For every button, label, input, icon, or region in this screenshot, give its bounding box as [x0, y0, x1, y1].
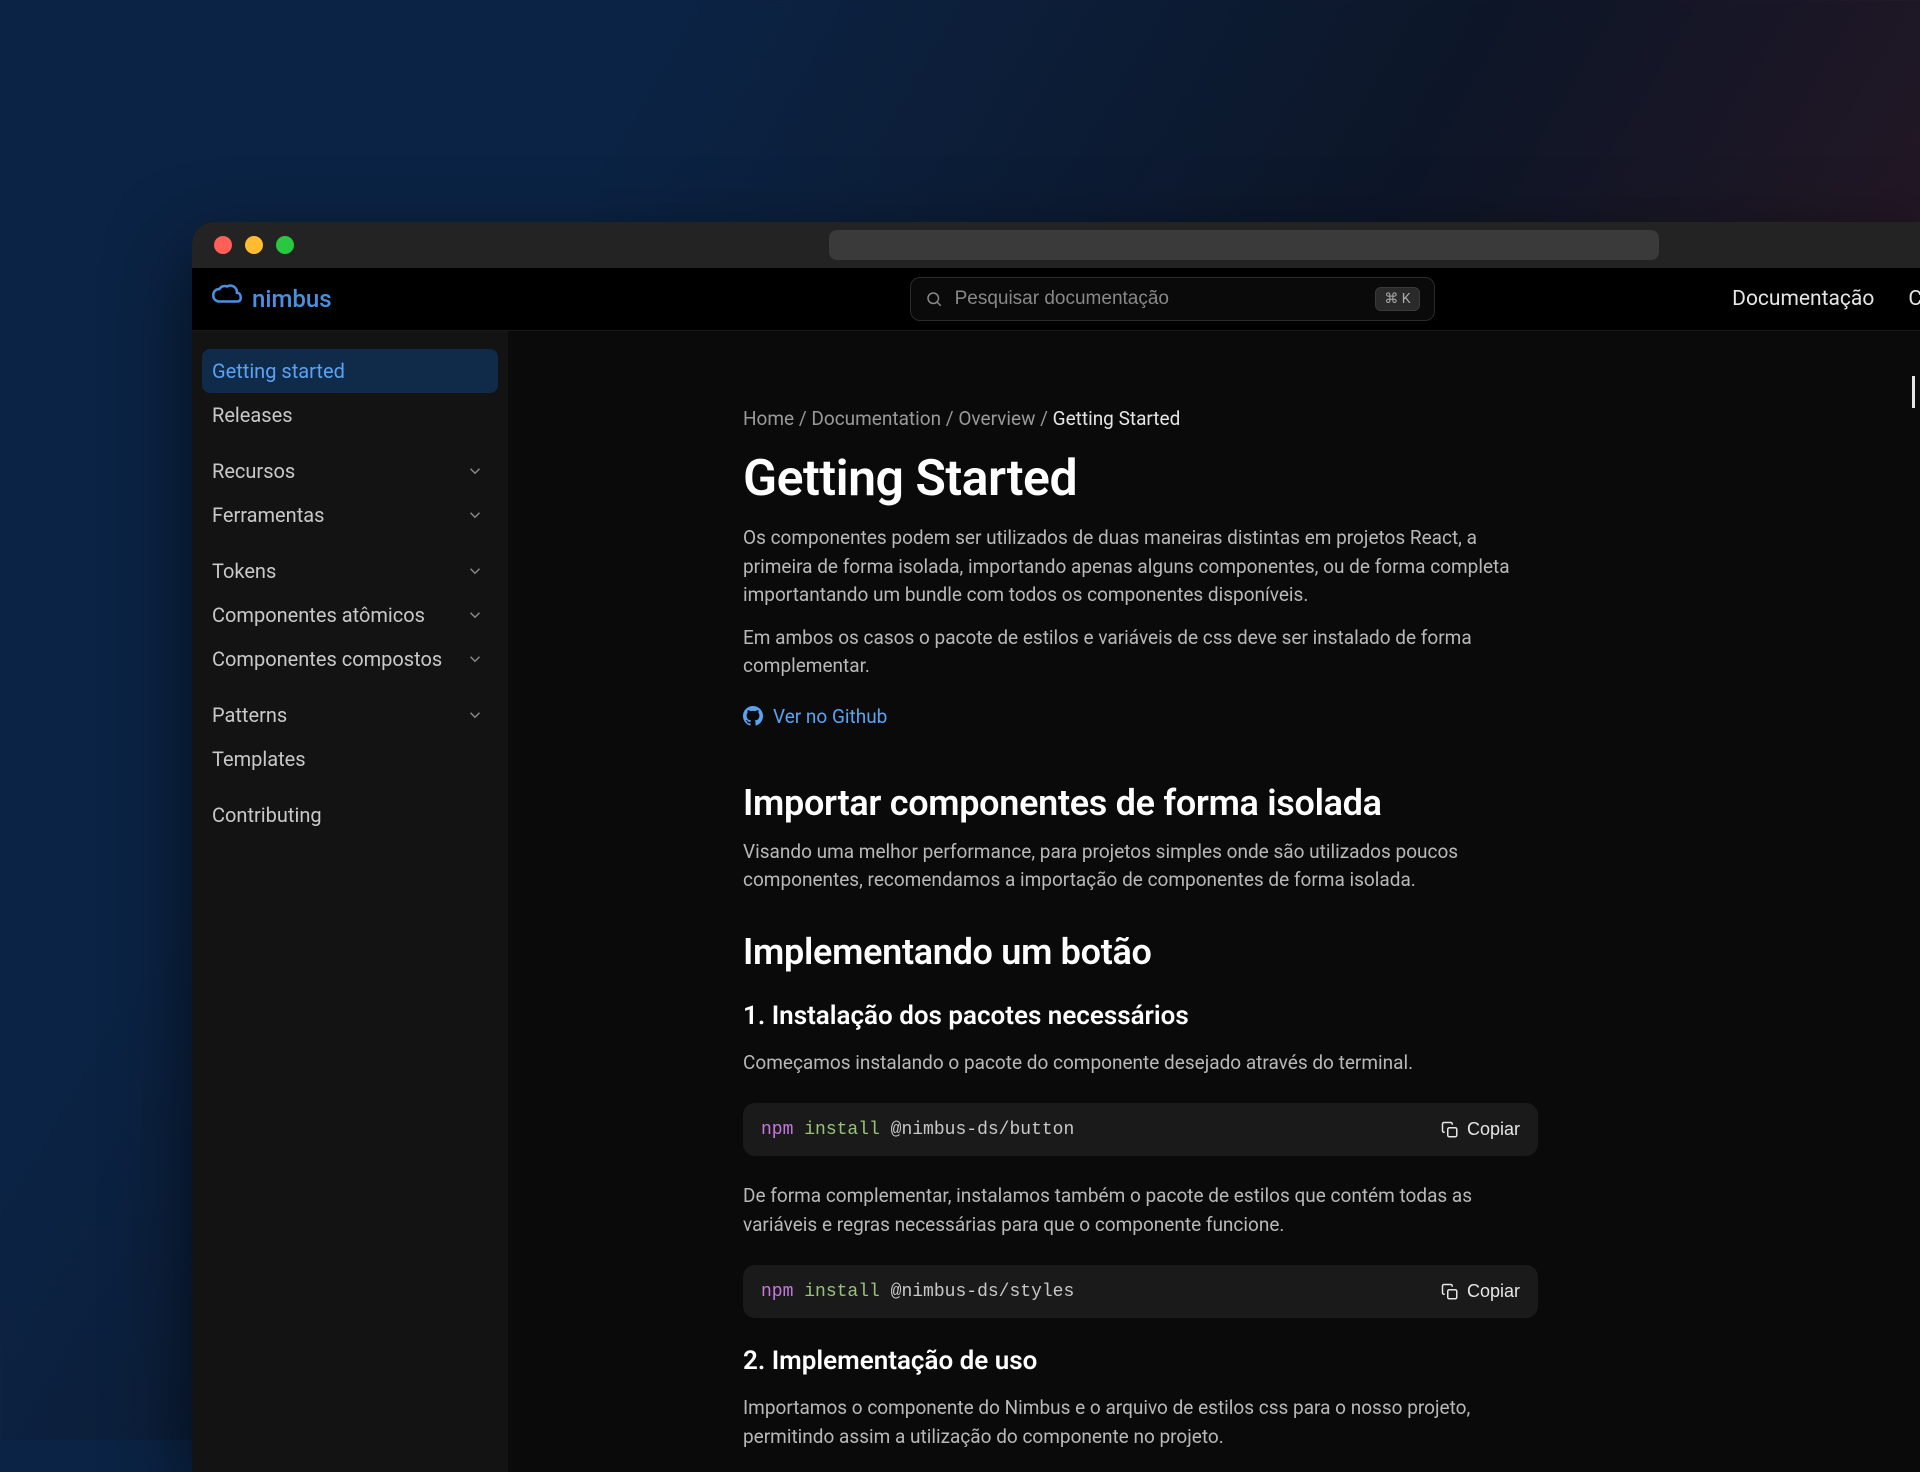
breadcrumb-current: Getting Started — [1053, 407, 1181, 430]
sidebar-item-templates[interactable]: Templates — [192, 737, 508, 781]
sidebar: Getting started Releases Recursos Ferrament… — [192, 331, 508, 1472]
app-header: nimbus ⌘ K Documentação C — [192, 268, 1920, 331]
chevron-down-icon — [466, 506, 484, 524]
header-nav: Documentação C — [1732, 287, 1920, 311]
code-block: npm install @nimbus-ds/styles Copiar — [743, 1265, 1538, 1318]
brand-logo[interactable]: nimbus — [212, 284, 332, 314]
toc-item[interactable]: Impo — [1912, 408, 1920, 440]
sidebar-item-label: Componentes atômicos — [212, 603, 425, 627]
sidebar-item-tokens[interactable]: Tokens — [192, 549, 508, 593]
chevron-down-icon — [466, 606, 484, 624]
step-paragraph: Começamos instalando o pacote do compone… — [743, 1049, 1538, 1078]
header-link-documentation[interactable]: Documentação — [1732, 287, 1874, 311]
copy-button[interactable]: Copiar — [1441, 1281, 1520, 1302]
search-box[interactable]: ⌘ K — [910, 277, 1435, 321]
browser-url-bar[interactable] — [829, 230, 1659, 260]
minimize-window-button[interactable] — [245, 236, 263, 254]
copy-icon — [1441, 1283, 1459, 1301]
chevron-down-icon — [466, 706, 484, 724]
table-of-contents: OverviewImpoImplImpoCons — [1912, 376, 1920, 536]
breadcrumb: Home / Documentation / Overview / Gettin… — [743, 407, 1538, 430]
page-title: Getting Started — [743, 450, 1538, 508]
sidebar-item-label: Getting started — [212, 359, 345, 383]
sidebar-item-componentes-compostos[interactable]: Componentes compostos — [192, 637, 508, 681]
header-link-partial[interactable]: C — [1908, 287, 1920, 311]
sidebar-item-ferramentas[interactable]: Ferramentas — [192, 493, 508, 537]
sidebar-item-label: Templates — [212, 747, 306, 771]
sidebar-item-label: Recursos — [212, 459, 295, 483]
sidebar-item-label: Releases — [212, 403, 293, 427]
brand-name: nimbus — [252, 285, 332, 313]
sidebar-item-getting-started[interactable]: Getting started — [202, 349, 498, 393]
sidebar-item-label: Componentes compostos — [212, 647, 442, 671]
sidebar-item-label: Tokens — [212, 559, 276, 583]
intro-paragraph: Em ambos os casos o pacote de estilos e … — [743, 624, 1538, 681]
sidebar-item-label: Ferramentas — [212, 503, 324, 527]
section-heading: Implementando um botão — [743, 931, 1538, 973]
breadcrumb-part[interactable]: Home — [743, 407, 794, 430]
titlebar — [192, 222, 1920, 268]
toc-item[interactable]: Cons — [1912, 504, 1920, 536]
app-window: nimbus ⌘ K Documentação C Getting starte… — [192, 222, 1920, 1472]
github-link-label: Ver no Github — [773, 705, 887, 728]
step-paragraph: De forma complementar, instalamos também… — [743, 1182, 1538, 1239]
sidebar-item-label: Contributing — [212, 803, 322, 827]
intro-paragraph: Os componentes podem ser utilizados de d… — [743, 524, 1538, 610]
main-layout: Getting started Releases Recursos Ferrament… — [192, 331, 1920, 1472]
cloud-icon — [212, 284, 242, 314]
toc-item[interactable]: Impl — [1912, 440, 1920, 472]
sidebar-item-releases[interactable]: Releases — [192, 393, 508, 437]
traffic-lights — [214, 236, 294, 254]
chevron-down-icon — [466, 562, 484, 580]
chevron-down-icon — [466, 462, 484, 480]
content: Home / Documentation / Overview / Gettin… — [508, 331, 1598, 1472]
maximize-window-button[interactable] — [276, 236, 294, 254]
breadcrumb-part[interactable]: Overview — [958, 407, 1035, 430]
github-link[interactable]: Ver no Github — [743, 705, 887, 728]
close-window-button[interactable] — [214, 236, 232, 254]
step-heading: 1. Instalação dos pacotes necessários — [743, 1001, 1538, 1031]
breadcrumb-part[interactable]: Documentation — [811, 407, 941, 430]
code-text: npm install @nimbus-ds/styles — [761, 1282, 1074, 1302]
github-icon — [743, 706, 763, 726]
toc-item[interactable]: Impo — [1912, 472, 1920, 504]
copy-button[interactable]: Copiar — [1441, 1119, 1520, 1140]
chevron-down-icon — [466, 650, 484, 668]
sidebar-item-contributing[interactable]: Contributing — [192, 793, 508, 837]
sidebar-item-componentes-atômicos[interactable]: Componentes atômicos — [192, 593, 508, 637]
search-input[interactable] — [955, 288, 1364, 310]
toc-item[interactable]: Overview — [1912, 376, 1920, 408]
search-shortcut: ⌘ K — [1375, 287, 1419, 311]
section-paragraph: Visando uma melhor performance, para pro… — [743, 838, 1538, 895]
code-text: npm install @nimbus-ds/button — [761, 1120, 1074, 1140]
sidebar-item-label: Patterns — [212, 703, 287, 727]
sidebar-item-patterns[interactable]: Patterns — [192, 693, 508, 737]
section-heading: Importar componentes de forma isolada — [743, 782, 1538, 824]
copy-icon — [1441, 1121, 1459, 1139]
step-heading: 2. Implementação de uso — [743, 1346, 1538, 1376]
step-paragraph: Importamos o componente do Nimbus e o ar… — [743, 1394, 1538, 1451]
search-icon — [925, 290, 943, 308]
sidebar-item-recursos[interactable]: Recursos — [192, 449, 508, 493]
code-block: npm install @nimbus-ds/button Copiar — [743, 1103, 1538, 1156]
